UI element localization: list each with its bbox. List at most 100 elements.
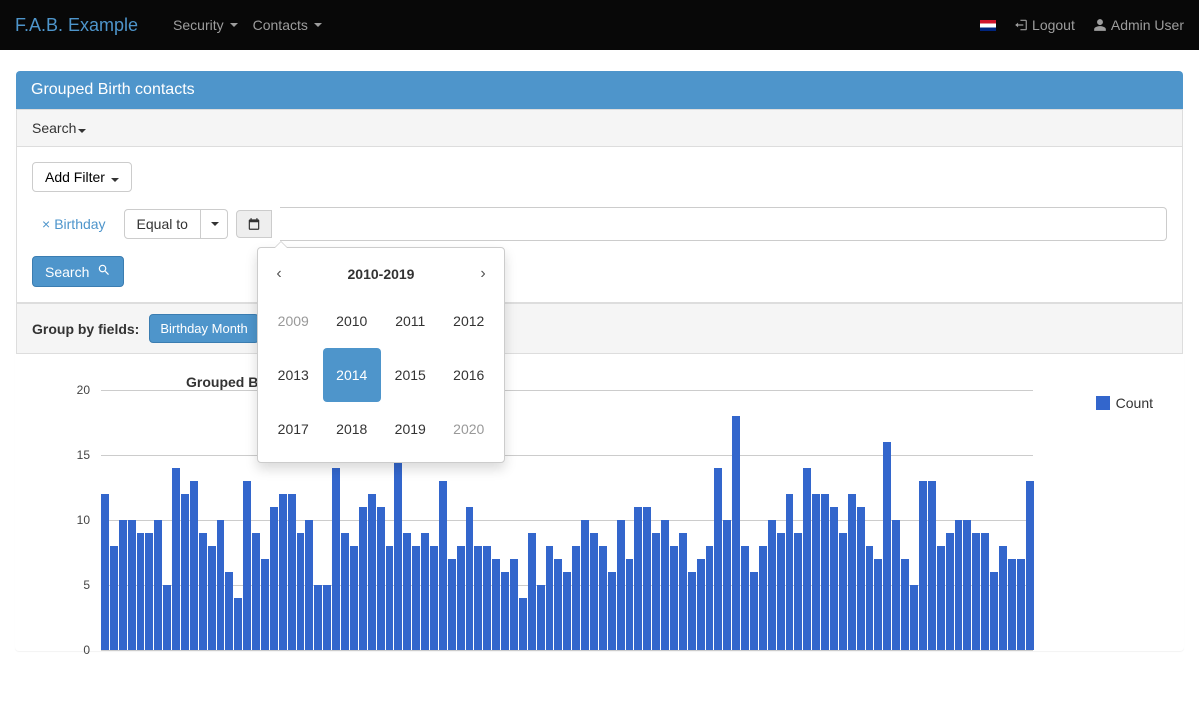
- year-2017[interactable]: 2017: [264, 402, 323, 456]
- bar[interactable]: [154, 520, 162, 650]
- nav-security[interactable]: Security: [173, 17, 238, 33]
- language-flag[interactable]: [980, 20, 996, 31]
- bar[interactable]: [874, 559, 882, 650]
- bar[interactable]: [377, 507, 385, 650]
- bar[interactable]: [643, 507, 651, 650]
- bar[interactable]: [572, 546, 580, 650]
- bar[interactable]: [448, 559, 456, 650]
- bar[interactable]: [634, 507, 642, 650]
- year-2009[interactable]: 2009: [264, 294, 323, 348]
- bar[interactable]: [581, 520, 589, 650]
- year-2020[interactable]: 2020: [440, 402, 499, 456]
- bar[interactable]: [777, 533, 785, 650]
- bar[interactable]: [519, 598, 527, 650]
- bar[interactable]: [759, 546, 767, 650]
- bar[interactable]: [794, 533, 802, 650]
- bar[interactable]: [492, 559, 500, 650]
- bar[interactable]: [128, 520, 136, 650]
- bar[interactable]: [181, 494, 189, 650]
- bar[interactable]: [501, 572, 509, 650]
- bar[interactable]: [297, 533, 305, 650]
- bar[interactable]: [119, 520, 127, 650]
- bar[interactable]: [990, 572, 998, 650]
- bar[interactable]: [172, 468, 180, 650]
- bar[interactable]: [243, 481, 251, 650]
- bar[interactable]: [474, 546, 482, 650]
- bar[interactable]: [457, 546, 465, 650]
- bar[interactable]: [510, 559, 518, 650]
- bar[interactable]: [706, 546, 714, 650]
- bar[interactable]: [679, 533, 687, 650]
- bar[interactable]: [163, 585, 171, 650]
- bar[interactable]: [972, 533, 980, 650]
- bar[interactable]: [261, 559, 269, 650]
- bar[interactable]: [741, 546, 749, 650]
- bar[interactable]: [892, 520, 900, 650]
- year-2019[interactable]: 2019: [381, 402, 440, 456]
- bar[interactable]: [421, 533, 429, 650]
- bar[interactable]: [946, 533, 954, 650]
- bar[interactable]: [350, 546, 358, 650]
- year-2011[interactable]: 2011: [381, 294, 440, 348]
- bar[interactable]: [323, 585, 331, 650]
- bar[interactable]: [812, 494, 820, 650]
- bar[interactable]: [368, 494, 376, 650]
- bar[interactable]: [394, 455, 402, 650]
- bar[interactable]: [786, 494, 794, 650]
- bar[interactable]: [883, 442, 891, 650]
- nav-contacts[interactable]: Contacts: [253, 17, 322, 33]
- bar[interactable]: [590, 533, 598, 650]
- bar[interactable]: [208, 546, 216, 650]
- bar[interactable]: [341, 533, 349, 650]
- bar[interactable]: [1017, 559, 1025, 650]
- bar[interactable]: [412, 546, 420, 650]
- bar[interactable]: [697, 559, 705, 650]
- bar[interactable]: [359, 507, 367, 650]
- bar[interactable]: [563, 572, 571, 650]
- bar[interactable]: [1008, 559, 1016, 650]
- bar[interactable]: [137, 533, 145, 650]
- bar[interactable]: [546, 546, 554, 650]
- bar[interactable]: [1026, 481, 1034, 650]
- bar[interactable]: [466, 507, 474, 650]
- bar[interactable]: [314, 585, 322, 650]
- bar[interactable]: [866, 546, 874, 650]
- bar[interactable]: [483, 546, 491, 650]
- bar[interactable]: [332, 468, 340, 650]
- bar[interactable]: [626, 559, 634, 650]
- bar[interactable]: [190, 481, 198, 650]
- bar[interactable]: [199, 533, 207, 650]
- bar[interactable]: [661, 520, 669, 650]
- bar[interactable]: [670, 546, 678, 650]
- bar[interactable]: [723, 520, 731, 650]
- bar[interactable]: [821, 494, 829, 650]
- bar[interactable]: [617, 520, 625, 650]
- bar[interactable]: [537, 585, 545, 650]
- bar[interactable]: [955, 520, 963, 650]
- bar[interactable]: [305, 520, 313, 650]
- search-button[interactable]: Search: [32, 256, 124, 287]
- bar[interactable]: [848, 494, 856, 650]
- bar[interactable]: [750, 572, 758, 650]
- add-filter-button[interactable]: Add Filter: [32, 162, 132, 192]
- date-input[interactable]: [280, 207, 1167, 241]
- bar[interactable]: [599, 546, 607, 650]
- bar[interactable]: [910, 585, 918, 650]
- bar[interactable]: [110, 546, 118, 650]
- bar[interactable]: [963, 520, 971, 650]
- bar[interactable]: [928, 481, 936, 650]
- year-2016[interactable]: 2016: [440, 348, 499, 402]
- datepicker-title[interactable]: 2010-2019: [294, 266, 468, 282]
- bar[interactable]: [234, 598, 242, 650]
- bar[interactable]: [528, 533, 536, 650]
- bar[interactable]: [839, 533, 847, 650]
- bar[interactable]: [439, 481, 447, 650]
- year-2010[interactable]: 2010: [323, 294, 382, 348]
- bar[interactable]: [288, 494, 296, 650]
- search-toggle[interactable]: Search: [16, 109, 1183, 147]
- bar[interactable]: [225, 572, 233, 650]
- bar[interactable]: [386, 546, 394, 650]
- bar[interactable]: [768, 520, 776, 650]
- bar[interactable]: [217, 520, 225, 650]
- bar[interactable]: [608, 572, 616, 650]
